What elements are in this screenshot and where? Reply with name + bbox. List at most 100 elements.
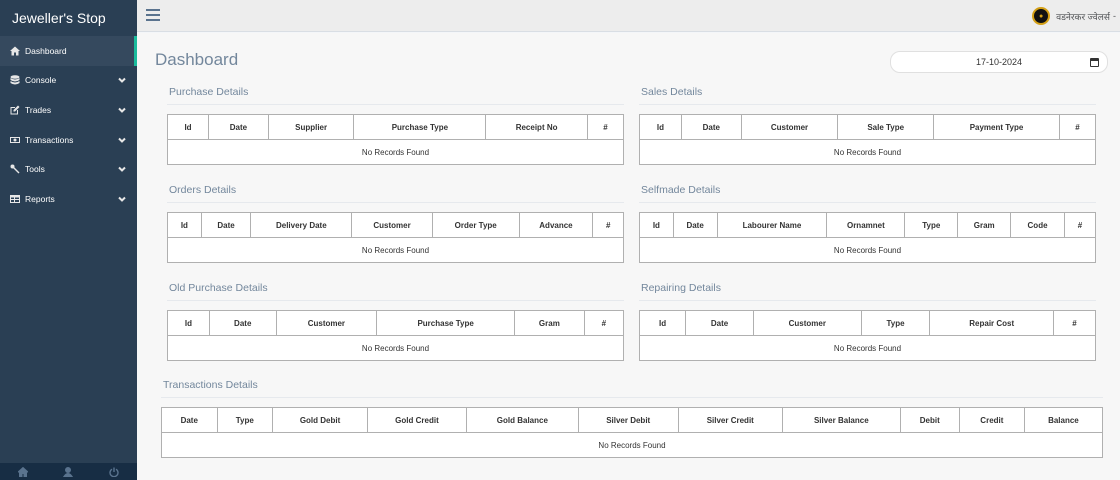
table-header-row: Id Date Customer Sale Type Payment Type … [639, 114, 1097, 140]
column-header[interactable]: Customer [740, 114, 839, 140]
date-input[interactable]: 17-10-2024 [890, 51, 1108, 73]
panel-title: Orders Details [167, 177, 624, 203]
old-purchase-table: Id Date Customer Purchase Type Gram # No… [167, 310, 625, 361]
column-header[interactable]: Gold Credit [367, 407, 467, 433]
column-header[interactable]: Purchase Type [353, 114, 487, 140]
column-header[interactable]: Debit [899, 407, 960, 433]
table-row: No Records Found [167, 237, 624, 263]
column-header[interactable]: Silver Debit [577, 407, 679, 433]
sidebar-item-trades[interactable]: Trades [0, 95, 137, 125]
brand-title[interactable]: Jeweller's Stop [0, 0, 137, 36]
column-header[interactable]: Gram [513, 310, 585, 336]
column-header[interactable]: Labourer Name [716, 212, 828, 238]
topbar: ● वडनेरकर ज्वेलर्स - [137, 0, 1120, 32]
power-icon[interactable] [109, 467, 119, 477]
column-header[interactable]: Repair Cost [929, 310, 1055, 336]
column-header[interactable]: Gram [957, 212, 1012, 238]
column-header[interactable]: Sale Type [837, 114, 935, 140]
sidebar-item-label: Console [25, 75, 57, 86]
menu-toggle-icon[interactable] [146, 9, 160, 21]
column-header[interactable]: Type [216, 407, 274, 433]
selfmade-table: Id Date Labourer Name Ornamnet Type Gram… [639, 212, 1097, 263]
sidebar-item-label: Transactions [25, 134, 74, 145]
column-header[interactable]: Receipt No [485, 114, 588, 140]
column-header[interactable]: Id [638, 310, 687, 336]
column-header[interactable]: Supplier [267, 114, 355, 140]
column-header[interactable]: # [583, 310, 625, 336]
sidebar-item-label: Tools [25, 164, 45, 175]
column-header[interactable]: Id [167, 310, 210, 336]
column-header[interactable]: Date [208, 310, 277, 336]
column-header[interactable]: Customer [351, 212, 433, 238]
home-icon[interactable] [17, 466, 28, 477]
chevron-down-icon [118, 165, 126, 173]
panel-title: Selfmade Details [639, 177, 1096, 203]
column-header[interactable]: Code [1010, 212, 1065, 238]
column-header[interactable]: Date [680, 114, 742, 140]
column-header[interactable]: # [1058, 114, 1097, 140]
column-header[interactable]: Delivery Date [250, 212, 353, 238]
sidebar-item-tools[interactable]: Tools [0, 154, 137, 184]
sales-details-panel: Sales Details Id Date Customer Sale Type… [639, 79, 1097, 165]
column-header[interactable]: Purchase Type [376, 310, 515, 336]
column-header[interactable]: Date [685, 310, 754, 336]
panel-title: Purchase Details [167, 79, 624, 105]
panel-title: Old Purchase Details [167, 275, 624, 301]
column-header[interactable]: Date [208, 114, 269, 140]
column-header[interactable]: Gold Debit [272, 407, 369, 433]
database-icon [9, 74, 21, 86]
column-header[interactable]: Date [161, 407, 218, 433]
panel-title: Sales Details [639, 79, 1096, 105]
sidebar-item-console[interactable]: Console [0, 66, 137, 96]
sidebar-item-label: Dashboard [25, 45, 67, 56]
sidebar-item-reports[interactable]: Reports [0, 184, 137, 214]
repairing-table: Id Date Customer Type Repair Cost # No R… [638, 310, 1096, 361]
purchase-table: Id Date Supplier Purchase Type Receipt N… [166, 114, 625, 165]
user-icon[interactable] [63, 466, 74, 477]
table-row: No Records Found [639, 237, 1096, 263]
column-header[interactable]: Credit [958, 407, 1025, 433]
column-header[interactable]: Date [672, 212, 718, 238]
table-icon [9, 193, 21, 205]
money-icon [9, 134, 21, 146]
edit-icon [9, 104, 21, 116]
column-header[interactable]: # [586, 114, 625, 140]
column-header[interactable]: # [592, 212, 624, 238]
column-header[interactable]: Silver Balance [782, 407, 901, 433]
column-header[interactable]: # [1053, 310, 1096, 336]
date-value: 17-10-2024 [975, 57, 1023, 67]
empty-message: No Records Found [167, 139, 624, 165]
column-header[interactable]: Ornamnet [826, 212, 906, 238]
sidebar-item-label: Trades [25, 104, 52, 115]
column-header[interactable]: Date [200, 212, 252, 238]
page-title: Dashboard [155, 50, 239, 69]
column-header[interactable]: Id [166, 114, 210, 140]
empty-message: No Records Found [639, 237, 1096, 263]
column-header[interactable]: Gold Balance [465, 407, 579, 433]
chevron-down-icon [118, 195, 126, 203]
user-menu[interactable]: ● वडनेरकर ज्वेलर्स - [1032, 7, 1116, 25]
column-header[interactable]: Id [167, 212, 202, 238]
column-header[interactable]: Customer [752, 310, 862, 336]
selfmade-details-panel: Selfmade Details Id Date Labourer Name O… [639, 177, 1097, 263]
column-header[interactable]: Customer [275, 310, 378, 336]
column-header[interactable]: Order Type [431, 212, 520, 238]
column-header[interactable]: Type [904, 212, 959, 238]
sidebar-item-dashboard[interactable]: Dashboard [0, 36, 137, 66]
table-header-row: Id Date Supplier Purchase Type Receipt N… [166, 114, 625, 140]
column-header[interactable]: Id [639, 212, 674, 238]
table-header-row: Id Date Labourer Name Ornamnet Type Gram… [639, 212, 1097, 238]
column-header[interactable]: Payment Type [933, 114, 1060, 140]
column-header[interactable]: # [1063, 212, 1097, 238]
column-header[interactable]: Silver Credit [677, 407, 784, 433]
column-header[interactable]: Id [639, 114, 682, 140]
sidebar: Jeweller's Stop Dashboard Console Trades… [0, 0, 137, 480]
column-header[interactable]: Advance [518, 212, 594, 238]
table-header-row: Date Type Gold Debit Gold Credit Gold Ba… [161, 407, 1104, 433]
column-header[interactable]: Balance [1023, 407, 1104, 433]
orders-details-panel: Orders Details Id Date Delivery Date Cus… [167, 177, 624, 263]
sidebar-item-transactions[interactable]: Transactions [0, 125, 137, 155]
column-header[interactable]: Type [860, 310, 931, 336]
sidebar-nav: Dashboard Console Trades Transactions To… [0, 36, 137, 214]
calendar-icon[interactable] [1090, 58, 1099, 67]
